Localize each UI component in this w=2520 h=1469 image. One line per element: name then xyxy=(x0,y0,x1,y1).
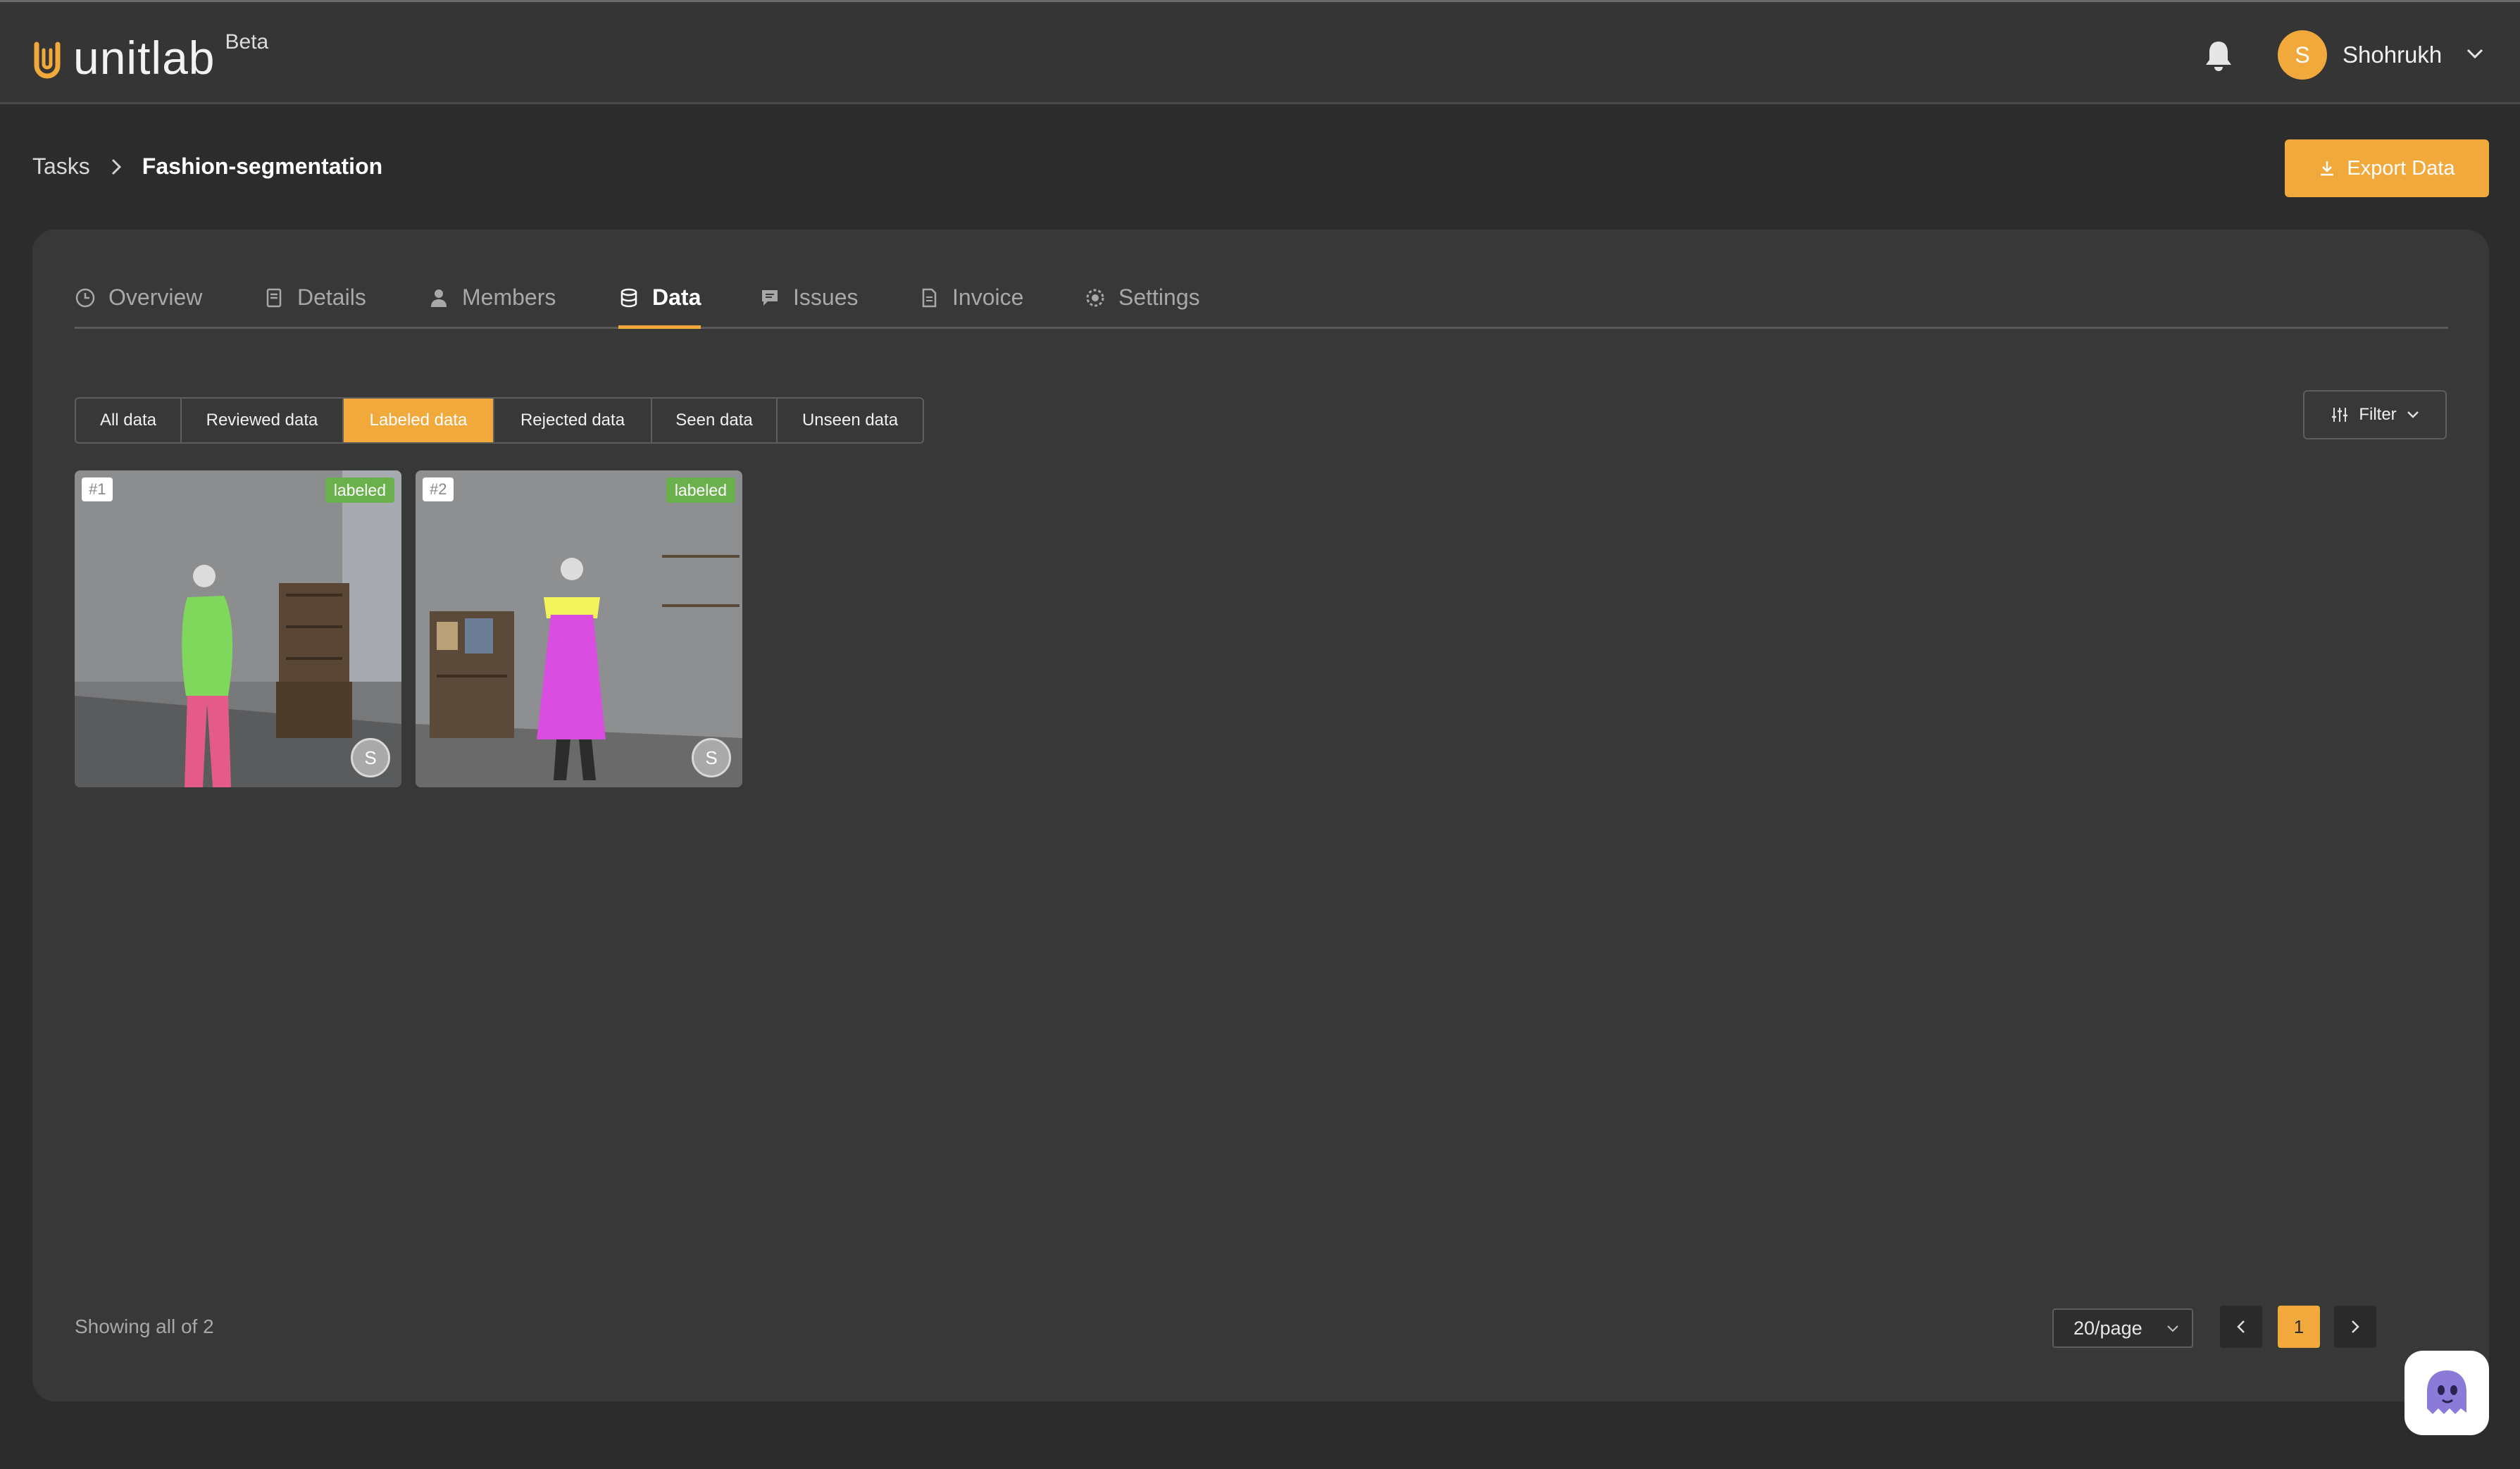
page-size-value: 20/page xyxy=(2073,1317,2142,1339)
showing-count: Showing all of 2 xyxy=(75,1315,214,1337)
data-item-card[interactable]: #2 labeled S xyxy=(416,470,742,787)
item-number-badge: #2 xyxy=(423,477,454,501)
chevron-right-icon xyxy=(111,158,121,175)
item-number-badge: #1 xyxy=(82,477,113,501)
prev-page-button[interactable] xyxy=(2220,1306,2262,1348)
segment-rejected-data[interactable]: Rejected data xyxy=(494,399,652,442)
status-badge: labeled xyxy=(325,477,394,503)
download-icon xyxy=(2321,161,2334,176)
chat-icon xyxy=(762,290,778,306)
page-number-current[interactable]: 1 xyxy=(2278,1306,2320,1348)
tab-invoice[interactable]: Invoice xyxy=(918,285,1023,327)
filter-label: Filter xyxy=(2359,405,2397,424)
filter-button[interactable]: Filter xyxy=(2303,390,2447,439)
tab-overview[interactable]: Overview xyxy=(75,285,202,327)
chevron-right-icon xyxy=(2352,1320,2359,1333)
segment-unseen-data[interactable]: Unseen data xyxy=(778,399,923,442)
database-icon xyxy=(620,288,637,308)
export-data-button[interactable]: Export Data xyxy=(2285,139,2489,197)
breadcrumb-tasks[interactable]: Tasks xyxy=(32,154,90,180)
top-bar: unitlab Beta S Shohrukh xyxy=(0,0,2520,104)
app-logo[interactable]: unitlab Beta xyxy=(31,30,269,84)
tab-label: Members xyxy=(462,285,556,310)
tab-bar: Overview Details Members Data Issues Inv… xyxy=(75,285,2448,329)
image-thumbnail xyxy=(416,470,742,787)
clock-icon xyxy=(75,288,95,308)
status-badge: labeled xyxy=(666,477,735,503)
app-name: unitlab xyxy=(73,32,216,84)
invoice-icon xyxy=(922,288,937,308)
breadcrumb-current: Fashion-segmentation xyxy=(142,154,383,179)
segment-seen-data[interactable]: Seen data xyxy=(652,399,778,442)
user-avatar[interactable]: S xyxy=(2278,30,2327,80)
tab-label: Details xyxy=(297,285,366,310)
chat-assistant-button[interactable] xyxy=(2404,1351,2489,1435)
chevron-left-icon xyxy=(2237,1320,2245,1333)
tab-label: Issues xyxy=(793,285,859,310)
tab-issues[interactable]: Issues xyxy=(759,285,858,327)
tab-data[interactable]: Data xyxy=(618,285,701,329)
assignee-avatar: S xyxy=(692,738,731,777)
segment-all-data[interactable]: All data xyxy=(76,399,182,442)
page-size-select[interactable]: 20/page xyxy=(2052,1308,2193,1348)
user-icon xyxy=(431,289,447,307)
image-thumbnail xyxy=(75,470,401,787)
tab-label: Settings xyxy=(1118,285,1200,310)
chevron-down-icon xyxy=(2167,1325,2178,1332)
ghost-bot-icon xyxy=(2427,1370,2466,1414)
data-item-card[interactable]: #1 labeled S xyxy=(75,470,401,787)
tab-label: Data xyxy=(652,285,701,310)
tab-label: Invoice xyxy=(952,285,1024,310)
segment-reviewed-data[interactable]: Reviewed data xyxy=(182,399,344,442)
bell-icon[interactable] xyxy=(2203,39,2234,73)
user-name[interactable]: Shohrukh xyxy=(2343,42,2442,68)
beta-badge: Beta xyxy=(225,30,269,54)
gear-icon xyxy=(1086,289,1104,307)
tab-settings[interactable]: Settings xyxy=(1085,285,1200,327)
sliders-icon xyxy=(2332,408,2348,422)
chevron-down-icon xyxy=(2407,411,2419,418)
tab-members[interactable]: Members xyxy=(428,285,556,327)
tab-label: Overview xyxy=(108,285,203,310)
document-icon xyxy=(266,288,282,308)
breadcrumb: Tasks Fashion-segmentation xyxy=(32,154,382,180)
next-page-button[interactable] xyxy=(2334,1306,2376,1348)
chevron-down-icon[interactable] xyxy=(2465,46,2485,61)
segment-labeled-data[interactable]: Labeled data xyxy=(344,399,494,442)
data-filter-segments: All data Reviewed data Labeled data Reje… xyxy=(75,397,924,444)
tab-details[interactable]: Details xyxy=(263,285,366,327)
export-data-label: Export Data xyxy=(2347,156,2455,180)
assignee-avatar: S xyxy=(351,738,390,777)
unitlab-logo-icon xyxy=(34,42,61,79)
